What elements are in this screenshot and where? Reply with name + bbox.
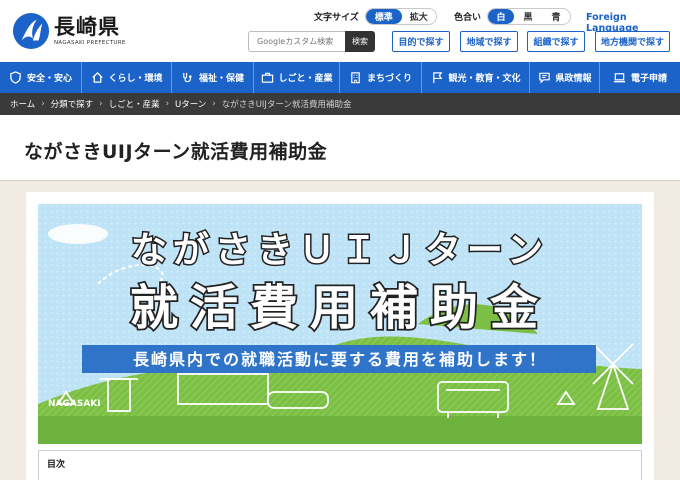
breadcrumb-separator-icon: › [41,99,45,109]
find-by-purpose-button[interactable]: 目的で探す [392,31,450,52]
breadcrumb-separator-icon: › [165,99,169,109]
nav-item-safety[interactable]: 安全・安心 [0,62,82,93]
logo-title: 長崎県 [54,15,120,39]
stethoscope-icon [181,71,195,85]
title-bar: ながさきUIJターン就活費用補助金 [0,115,680,181]
banner-town-label: NAGASAKI [48,399,101,409]
breadcrumb-current: ながさきUIJターン就活費用補助金 [221,100,352,110]
color-label: 色合い [454,13,482,23]
search-button[interactable]: 検索 [345,31,375,52]
breadcrumb-separator-icon: › [212,99,216,109]
nav-item-e-application[interactable]: 電子申請 [600,62,680,93]
nav-item-welfare[interactable]: 福祉・保健 [172,62,254,93]
banner-title-line2: 就活費用補助金 [130,280,550,336]
nav-label: しごと・産業 [278,74,333,84]
logo-subtitle: NAGASAKI PREFECTURE [54,40,126,46]
find-by-local-office-button[interactable]: 地方機関で探す [595,31,670,52]
find-by-region-button[interactable]: 地域で探す [460,31,518,52]
breadcrumb-category-link[interactable]: 分類で探す [51,98,94,110]
flag-icon [430,71,444,85]
nav-label: 福祉・保健 [198,74,244,84]
nav-item-work[interactable]: しごと・産業 [254,62,340,93]
nav-label: くらし・環境 [108,74,163,84]
breadcrumb: ホーム › 分類で探す › しごと・産業 › Uターン › ながさきUIJターン… [0,93,680,115]
nav-label: 県政情報 [555,74,592,84]
chat-icon [537,71,551,85]
nav-item-town[interactable]: まちづくり [340,62,422,93]
banner-title-line1: ながさきＵＩＪターン [131,230,549,271]
breadcrumb-home-link[interactable]: ホーム [10,98,35,110]
banner-illustration: NAGASAKI ながさきＵＩＪターン 就活費用補助金 長崎県内での就職活動に要… [38,204,642,444]
laptop-icon [613,71,627,85]
shield-icon [9,71,23,85]
search-input[interactable] [248,31,345,52]
font-size-large-button[interactable]: 拡大 [401,9,436,24]
nav-label: まちづくり [366,74,412,84]
site-logo[interactable]: 長崎県 NAGASAKI PREFECTURE [12,10,152,52]
briefcase-icon [260,71,274,85]
banner-image: NAGASAKI ながさきＵＩＪターン 就活費用補助金 長崎県内での就職活動に要… [38,204,642,444]
house-icon [90,71,104,85]
nagasaki-logo-icon [12,12,50,50]
table-of-contents: 目次 [38,450,642,480]
nav-label: 安全・安心 [26,74,72,84]
font-size-control: 文字サイズ 標準 拡大 [314,8,437,25]
color-blue-button[interactable]: 青 [542,9,571,24]
font-size-label: 文字サイズ [314,13,359,23]
nav-label: 電子申請 [630,74,667,84]
page-title: ながさきUIJターン就活費用補助金 [24,141,328,163]
breadcrumb-uturn-link[interactable]: Uターン [175,98,206,110]
font-size-standard-button[interactable]: 標準 [365,9,402,24]
site-header: 長崎県 NAGASAKI PREFECTURE 文字サイズ 標準 拡大 色合い … [0,0,680,62]
content-card: NAGASAKI ながさきＵＩＪターン 就活費用補助金 長崎県内での就職活動に要… [26,192,654,480]
nav-item-government[interactable]: 県政情報 [530,62,600,93]
color-black-button[interactable]: 黒 [514,9,543,24]
banner-subtitle: 長崎県内での就職活動に要する費用を補助します！ [133,350,547,369]
nav-item-tourism[interactable]: 観光・教育・文化 [422,62,530,93]
find-by-organization-button[interactable]: 組織で探す [527,31,585,52]
breadcrumb-separator-icon: › [99,99,103,109]
nav-item-living[interactable]: くらし・環境 [82,62,172,93]
toc-label: 目次 [47,460,66,470]
site-search: 検索 [248,31,375,52]
color-white-button[interactable]: 白 [488,9,515,24]
breadcrumb-work-link[interactable]: しごと・産業 [109,98,160,110]
main-navigation: 安全・安心 くらし・環境 福祉・保健 しごと・産業 まちづくり 観光・教育・文化… [0,62,680,93]
building-icon [349,71,363,85]
color-control: 色合い 白 黒 青 [454,8,572,25]
nav-label: 観光・教育・文化 [448,74,521,84]
